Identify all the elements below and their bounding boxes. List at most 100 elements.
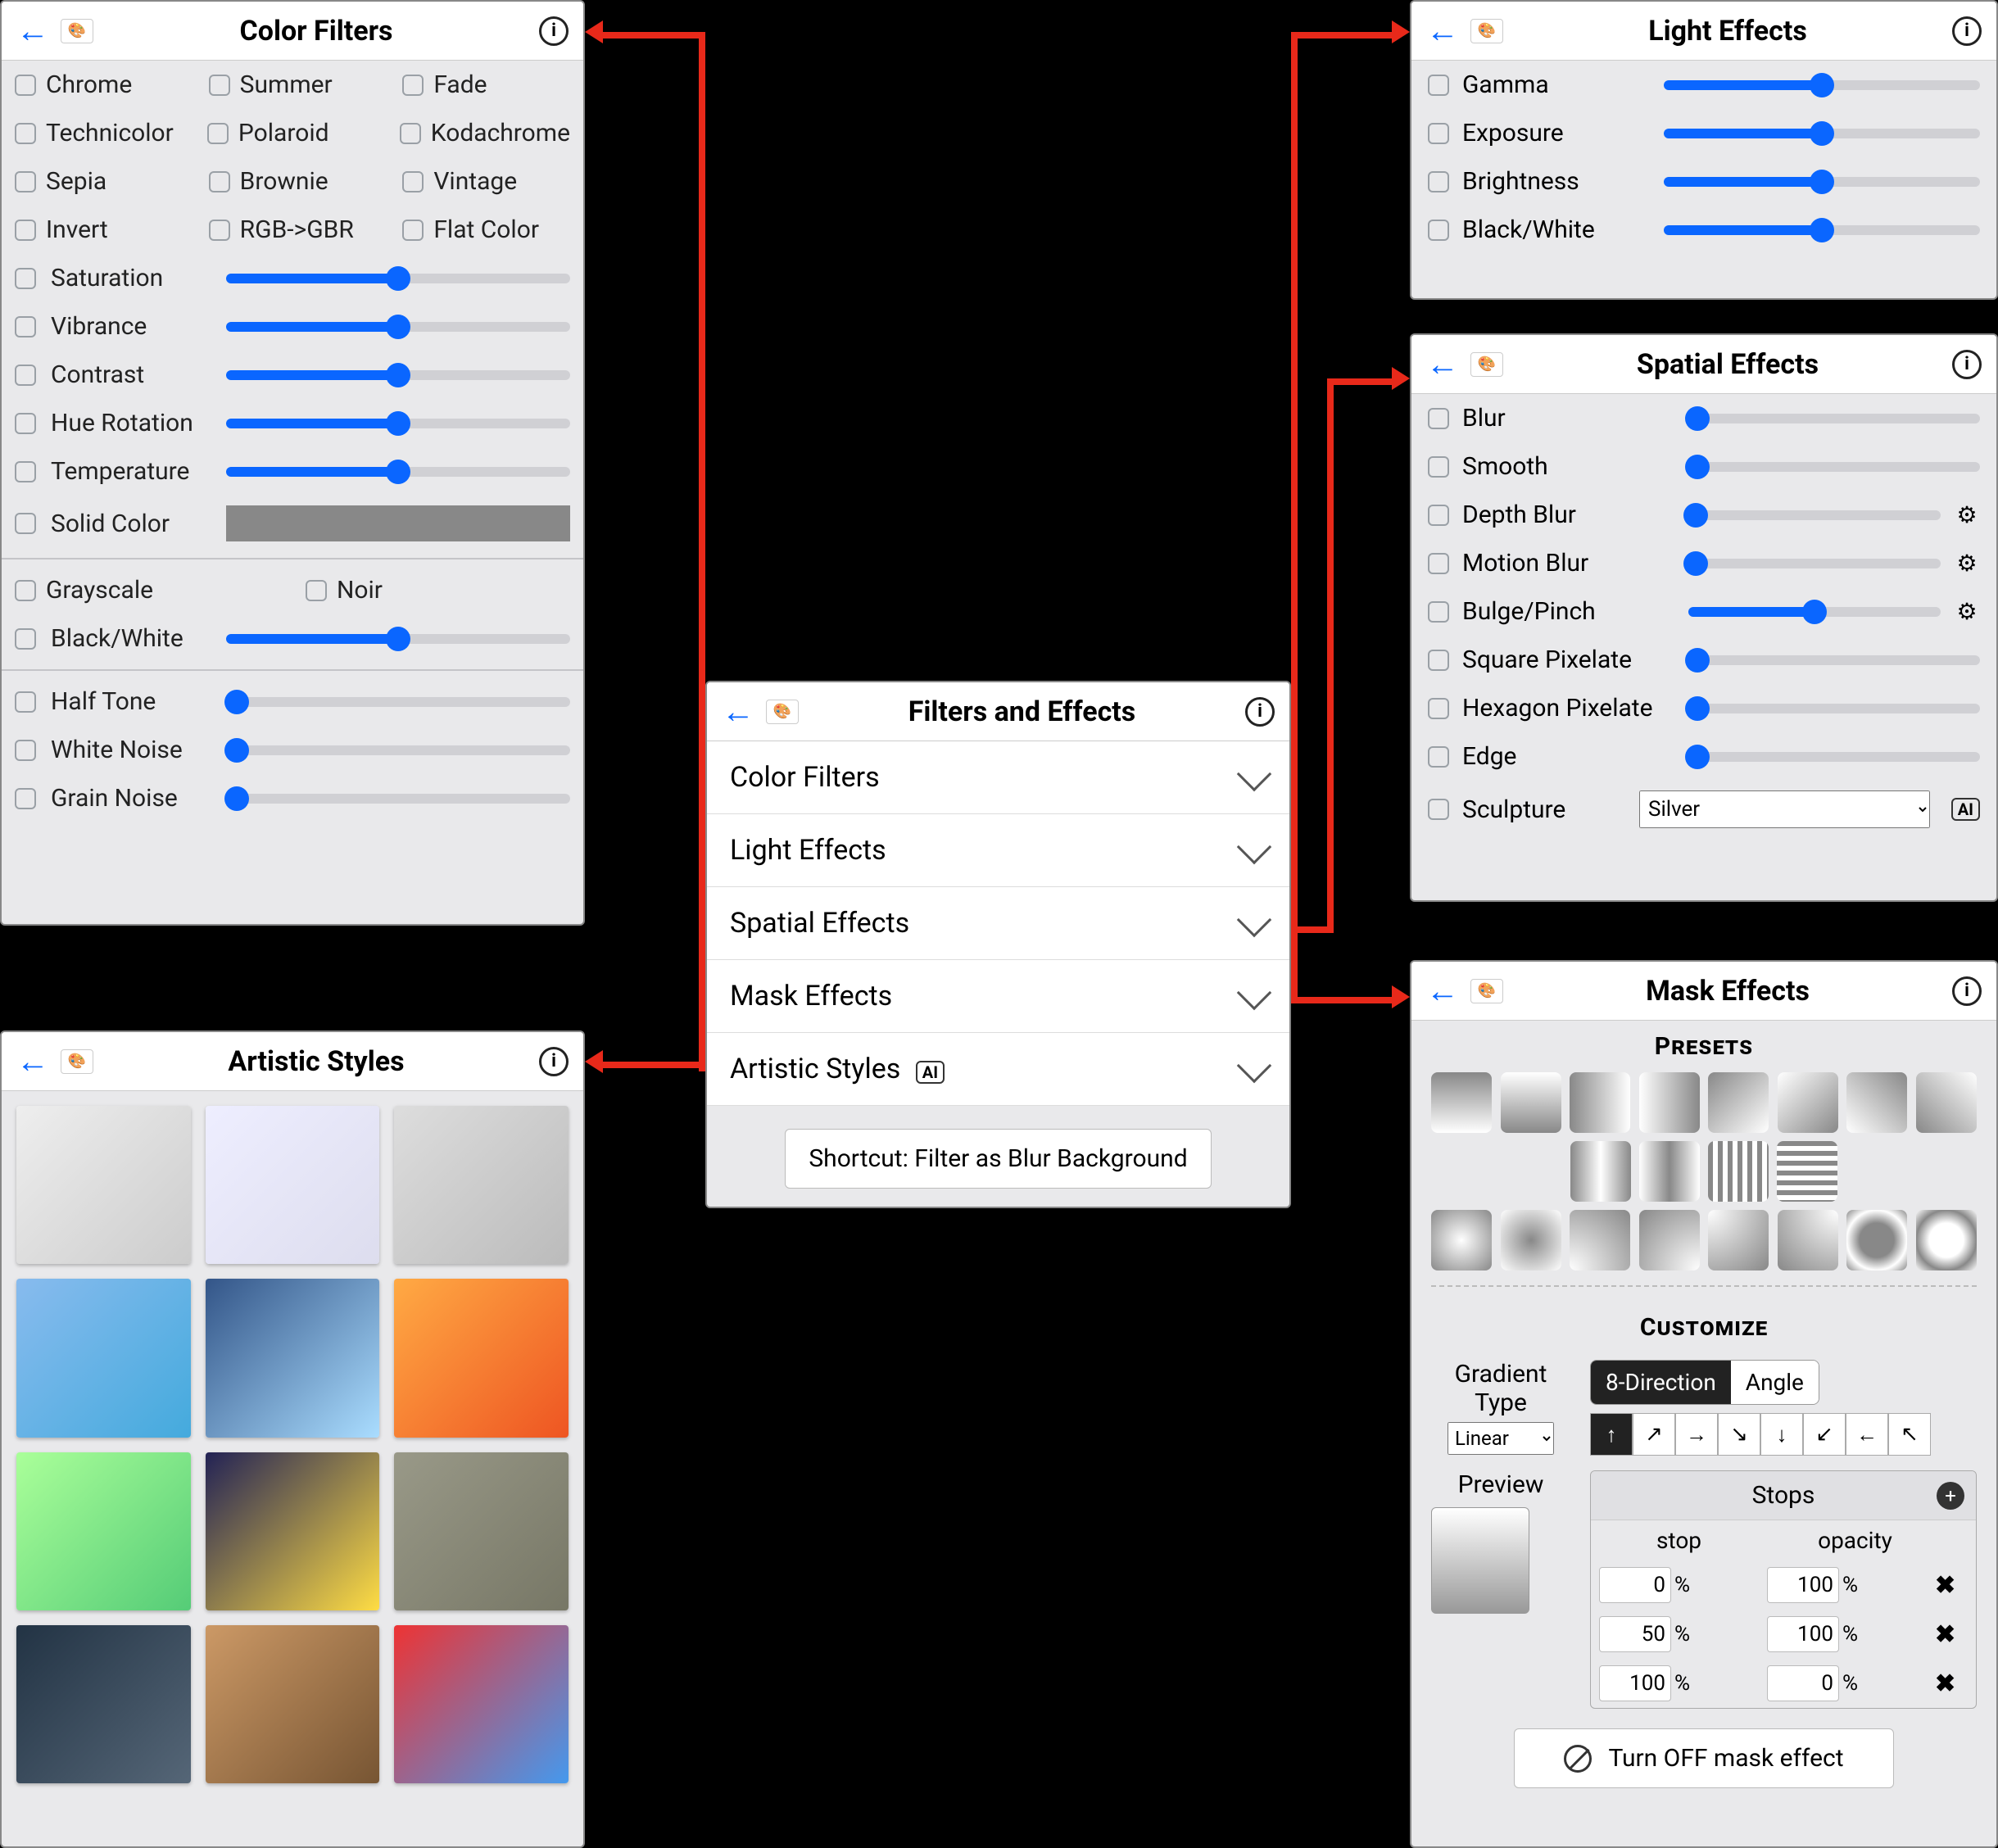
depth blur-slider[interactable] [1688, 510, 1941, 520]
blur-slider[interactable] [1688, 414, 1980, 424]
info-icon[interactable]: i [1952, 16, 1982, 46]
artistic-style-tile[interactable] [206, 1279, 380, 1437]
vibrance-slider[interactable] [226, 322, 570, 332]
mask-preset-tile[interactable] [1708, 1072, 1769, 1133]
hexagon pixelate-slider[interactable] [1688, 704, 1980, 713]
checkbox-vibrance[interactable] [15, 316, 36, 337]
checkbox-squarepixelate[interactable] [1428, 650, 1449, 671]
black/white-slider[interactable] [1664, 225, 1980, 235]
checkbox-hue rotation[interactable] [15, 413, 36, 434]
grain noise-slider[interactable] [226, 794, 570, 804]
smooth-slider[interactable] [1688, 462, 1980, 472]
checkbox-edge[interactable] [1428, 746, 1449, 768]
direction-button[interactable]: ↑ [1590, 1413, 1633, 1456]
white noise-slider[interactable] [226, 745, 570, 755]
mask-preset-tile[interactable] [1846, 1072, 1907, 1133]
mask-preset-tile[interactable] [1916, 1210, 1977, 1270]
mask-preset-tile[interactable] [1777, 1141, 1837, 1202]
back-icon[interactable]: ← [1426, 972, 1459, 1010]
checkbox-technicolor[interactable] [15, 123, 36, 144]
checkbox-saturation[interactable] [15, 268, 36, 289]
back-icon[interactable]: ← [16, 11, 49, 50]
checkbox-white noise[interactable] [15, 740, 36, 761]
gear-icon[interactable]: ⚙ [1954, 550, 1980, 577]
saturation-slider[interactable] [226, 274, 570, 283]
expand-row-mask-effects[interactable]: Mask Effects [707, 960, 1289, 1033]
back-icon[interactable]: ← [1426, 345, 1459, 383]
motion blur-slider[interactable] [1688, 559, 1941, 568]
seg-angle[interactable]: Angle [1731, 1361, 1819, 1404]
seg-8direction[interactable]: 8-Direction [1591, 1361, 1731, 1404]
checkbox-kodachrome[interactable] [400, 123, 421, 144]
artistic-style-tile[interactable] [206, 1625, 380, 1783]
delete-stop-icon[interactable]: ✖ [1935, 1571, 1968, 1600]
delete-stop-icon[interactable]: ✖ [1935, 1620, 1968, 1649]
checkbox-exposure[interactable] [1428, 123, 1449, 144]
brightness-slider[interactable] [1664, 177, 1980, 187]
artistic-style-tile[interactable] [394, 1452, 569, 1610]
mask-preset-tile[interactable] [1501, 1210, 1561, 1270]
add-stop-button[interactable]: + [1937, 1482, 1964, 1510]
square pixelate-slider[interactable] [1688, 655, 1980, 665]
delete-stop-icon[interactable]: ✖ [1935, 1669, 1968, 1698]
checkbox-hexagonpixelate[interactable] [1428, 698, 1449, 719]
mask-preset-tile[interactable] [1846, 1210, 1907, 1270]
info-icon[interactable]: i [1952, 976, 1982, 1006]
direction-button[interactable]: ↖ [1888, 1413, 1931, 1456]
checkbox-half tone[interactable] [15, 691, 36, 713]
back-icon[interactable]: ← [1426, 11, 1459, 50]
shortcut-button[interactable]: Shortcut: Filter as Blur Background [785, 1129, 1211, 1189]
checkbox-invert[interactable] [15, 220, 36, 241]
stop-input[interactable] [1599, 1665, 1671, 1701]
mask-preset-tile[interactable] [1501, 1072, 1561, 1133]
checkbox-sculpture[interactable] [1428, 799, 1449, 820]
mask-preset-tile[interactable] [1778, 1072, 1838, 1133]
direction-button[interactable]: ↓ [1760, 1413, 1803, 1456]
info-icon[interactable]: i [1952, 350, 1982, 379]
checkbox-sepia[interactable] [15, 171, 36, 192]
artistic-style-tile[interactable] [16, 1625, 191, 1783]
expand-row-spatial-effects[interactable]: Spatial Effects [707, 887, 1289, 960]
checkbox-noir[interactable] [306, 580, 327, 601]
checkbox-solid-color[interactable] [15, 513, 36, 534]
mask-preset-tile[interactable] [1431, 1072, 1492, 1133]
checkbox-brownie[interactable] [209, 171, 230, 192]
mask-preset-tile[interactable] [1708, 1141, 1769, 1202]
artistic-style-tile[interactable] [16, 1279, 191, 1437]
mask-preset-tile[interactable] [1916, 1072, 1977, 1133]
edge-slider[interactable] [1688, 752, 1980, 762]
mask-preset-tile[interactable] [1431, 1210, 1492, 1270]
opacity-input[interactable] [1767, 1567, 1839, 1603]
gear-icon[interactable]: ⚙ [1954, 502, 1980, 528]
checkbox-grayscale[interactable] [15, 580, 36, 601]
gear-icon[interactable]: ⚙ [1954, 599, 1980, 625]
opacity-input[interactable] [1767, 1665, 1839, 1701]
artistic-style-tile[interactable] [206, 1452, 380, 1610]
info-icon[interactable]: i [1245, 697, 1275, 727]
solid-color-swatch[interactable] [226, 505, 570, 541]
expand-row-artistic-styles[interactable]: Artistic Styles AI [707, 1033, 1289, 1106]
artistic-style-tile[interactable] [16, 1452, 191, 1610]
checkbox-summer[interactable] [209, 75, 230, 96]
stop-input[interactable] [1599, 1567, 1671, 1603]
checkbox-blackwhite[interactable] [1428, 220, 1449, 241]
direction-button[interactable]: ↗ [1633, 1413, 1675, 1456]
back-icon[interactable]: ← [722, 692, 754, 731]
checkbox-motionblur[interactable] [1428, 553, 1449, 574]
direction-button[interactable]: ← [1846, 1413, 1888, 1456]
artistic-style-tile[interactable] [16, 1106, 191, 1264]
turn-off-mask-button[interactable]: Turn OFF mask effect [1514, 1728, 1893, 1788]
mask-preset-tile[interactable] [1570, 1141, 1631, 1202]
checkbox-depthblur[interactable] [1428, 505, 1449, 526]
exposure-slider[interactable] [1664, 129, 1980, 138]
info-icon[interactable]: i [539, 1047, 569, 1076]
checkbox-blur[interactable] [1428, 408, 1449, 429]
checkbox-flatcolor[interactable] [402, 220, 424, 241]
checkbox-gamma[interactable] [1428, 75, 1449, 96]
back-icon[interactable]: ← [16, 1042, 49, 1080]
sculpture-select[interactable]: Silver [1639, 790, 1930, 828]
expand-row-light-effects[interactable]: Light Effects [707, 814, 1289, 887]
hue rotation-slider[interactable] [226, 419, 570, 428]
checkbox-bulgepinch[interactable] [1428, 601, 1449, 623]
artistic-style-tile[interactable] [206, 1106, 380, 1264]
